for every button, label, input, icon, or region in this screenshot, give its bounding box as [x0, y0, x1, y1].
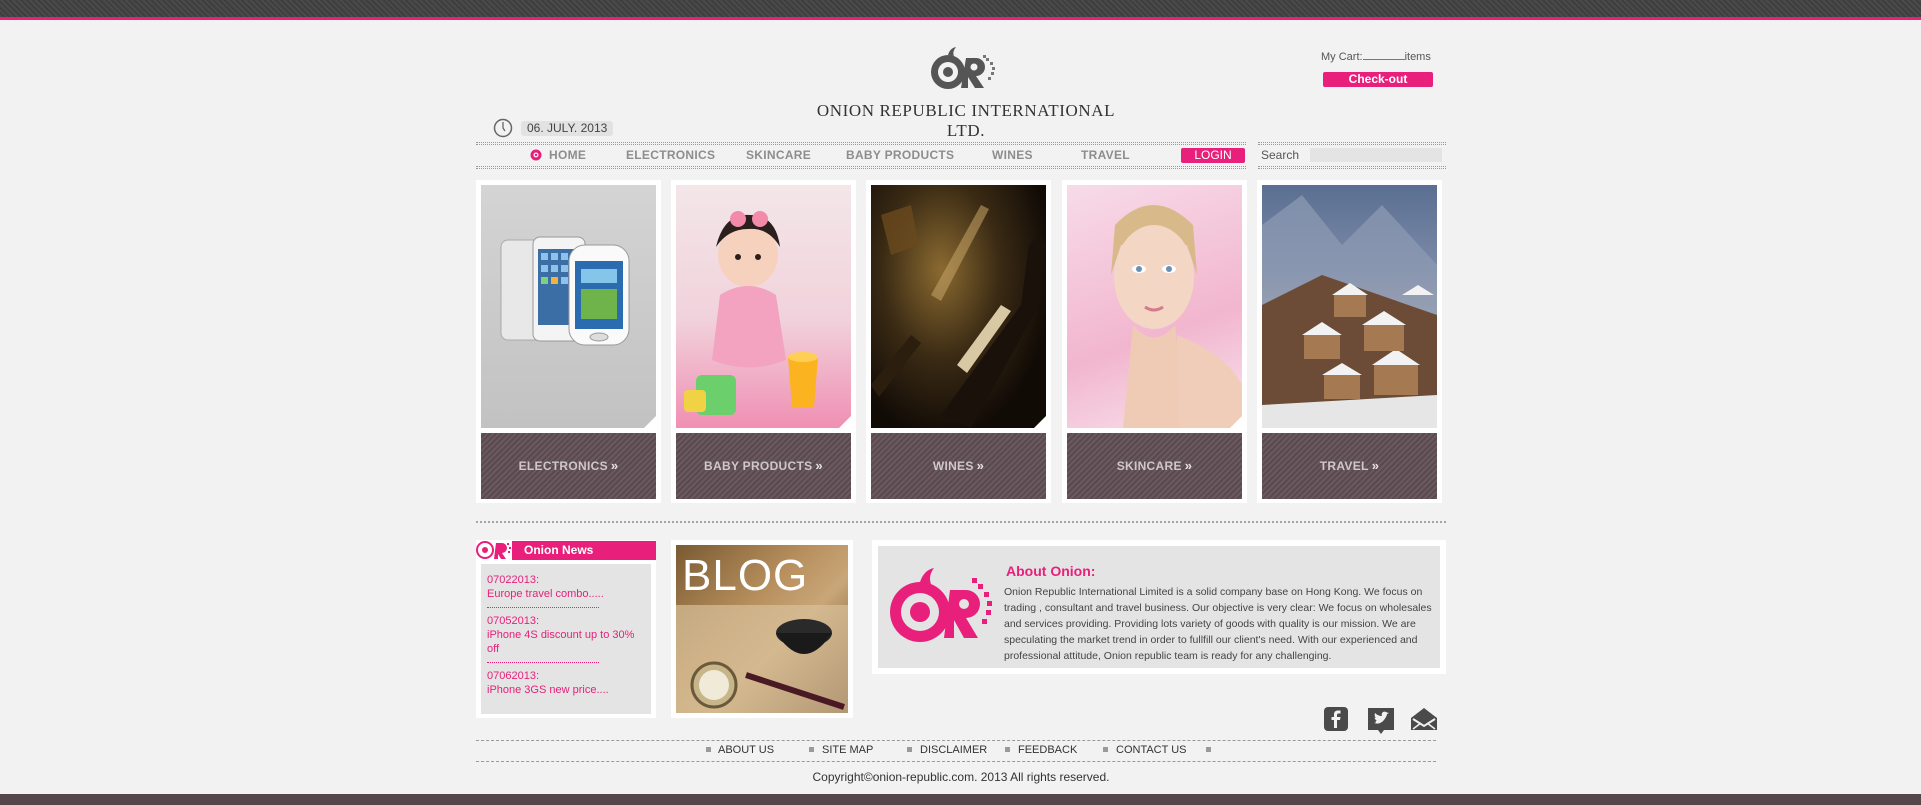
footer-link-about-us[interactable]: ABOUT US [718, 742, 774, 758]
baby-products-tile-label[interactable]: BABY PRODUCTS» [676, 433, 851, 499]
blog-image: BLOG [676, 545, 848, 713]
cart-items-label: items [1404, 51, 1431, 63]
footer-divider-bottom [476, 761, 1436, 762]
news-panel: Onion News 07022013: Europe travel combo… [476, 540, 656, 718]
news-text: iPhone 4S discount up to 30% off [487, 629, 635, 655]
electronics-photo [481, 185, 656, 428]
onion-republic-logo[interactable] [926, 44, 1006, 94]
wines-tile-label[interactable]: WINES» [871, 433, 1046, 499]
nav-divider-top [476, 142, 1246, 143]
footer-link-contact-us[interactable]: CONTACT US [1116, 742, 1187, 758]
about-title: About Onion: [1006, 563, 1096, 579]
news-text: Europe travel combo..... [487, 588, 604, 600]
news-text: iPhone 3GS new price.... [487, 684, 609, 696]
login-button[interactable]: LOGIN [1181, 148, 1245, 163]
nav-skincare[interactable]: SKINCARE [746, 146, 811, 164]
onion-republic-logo-large [890, 568, 992, 642]
travel-photo [1262, 185, 1437, 428]
footer-link-site-map[interactable]: SITE MAP [822, 742, 873, 758]
category-card-electronics[interactable]: ELECTRONICS» [476, 180, 661, 503]
company-name: ONION REPUBLIC INTERNATIONAL LTD. [816, 101, 1116, 140]
category-card-travel[interactable]: TRAVEL» [1257, 180, 1442, 503]
search-divider-bottom2 [1258, 168, 1446, 169]
search-divider-top2 [1258, 144, 1446, 145]
news-date: 07062013: [487, 670, 539, 682]
news-header: Onion News [476, 540, 656, 560]
category-card-baby-products[interactable]: BABY PRODUCTS» [671, 180, 856, 503]
section-divider [476, 521, 1446, 523]
blog-title: BLOG [682, 551, 809, 600]
search-input[interactable] [1310, 148, 1442, 162]
footer-divider-top [476, 740, 1436, 741]
about-panel: About Onion: Onion Republic Internationa… [872, 540, 1446, 674]
email-icon[interactable] [1409, 706, 1437, 732]
checkout-button[interactable]: Check-out [1323, 72, 1433, 87]
footer-link-feedback[interactable]: FEEDBACK [1018, 742, 1077, 758]
copyright-text: Copyright©onion-republic.com. 2013 All r… [812, 770, 1110, 784]
travel-tile-label[interactable]: TRAVEL» [1262, 433, 1437, 499]
nav-electronics[interactable]: ELECTRONICS [626, 146, 715, 164]
news-item[interactable]: 07062013: iPhone 3GS new price.... [487, 669, 645, 697]
nav-home[interactable]: HOME [549, 146, 586, 164]
category-card-skincare[interactable]: SKINCARE» [1062, 180, 1247, 503]
nav-travel[interactable]: TRAVEL [1081, 146, 1130, 164]
nav-wines[interactable]: WINES [992, 146, 1033, 164]
facebook-icon[interactable] [1323, 706, 1351, 732]
search-label: Search [1261, 148, 1300, 162]
about-text: Onion Republic International Limited is … [1004, 586, 1432, 662]
news-item[interactable]: 07022013: Europe travel combo..... [487, 573, 645, 601]
news-title: Onion News [524, 543, 594, 557]
wines-photo [871, 185, 1046, 428]
skincare-tile-label[interactable]: SKINCARE» [1067, 433, 1242, 499]
page-container: ONION REPUBLIC INTERNATIONAL LTD. My Car… [476, 0, 1446, 794]
baby-products-photo [676, 185, 851, 428]
main-nav: HOME ELECTRONICS SKINCARE BABY PRODUCTS … [476, 146, 1246, 164]
onion-mini-logo-icon [476, 541, 511, 559]
news-list: 07022013: Europe travel combo..... 07052… [481, 564, 651, 714]
blog-tile[interactable]: BLOG [671, 540, 853, 718]
nav-divider-bottom2 [476, 168, 1246, 169]
cart-count-blank [1362, 50, 1405, 60]
news-date: 07052013: [487, 615, 539, 627]
search-divider-bottom [1258, 166, 1446, 167]
electronics-tile-label[interactable]: ELECTRONICS» [481, 433, 656, 499]
category-card-wines[interactable]: WINES» [866, 180, 1051, 503]
news-date: 07022013: [487, 574, 539, 586]
cart-label: My Cart: [1321, 51, 1363, 63]
nav-divider-top2 [476, 144, 1246, 145]
news-item[interactable]: 07052013: iPhone 4S discount up to 30% o… [487, 614, 645, 656]
nav-divider-bottom [476, 166, 1246, 167]
bottom-bar [0, 794, 1921, 805]
footer-link-disclaimer[interactable]: DISCLAIMER [920, 742, 987, 758]
current-date: 06. JULY. 2013 [521, 121, 614, 136]
twitter-icon[interactable] [1366, 706, 1394, 734]
search-divider-top [1258, 142, 1446, 143]
cart-summary: My Cart: items [1321, 50, 1431, 63]
clock-icon [493, 118, 513, 138]
skincare-photo [1067, 185, 1242, 428]
nav-baby-products[interactable]: BABY PRODUCTS [846, 146, 954, 164]
